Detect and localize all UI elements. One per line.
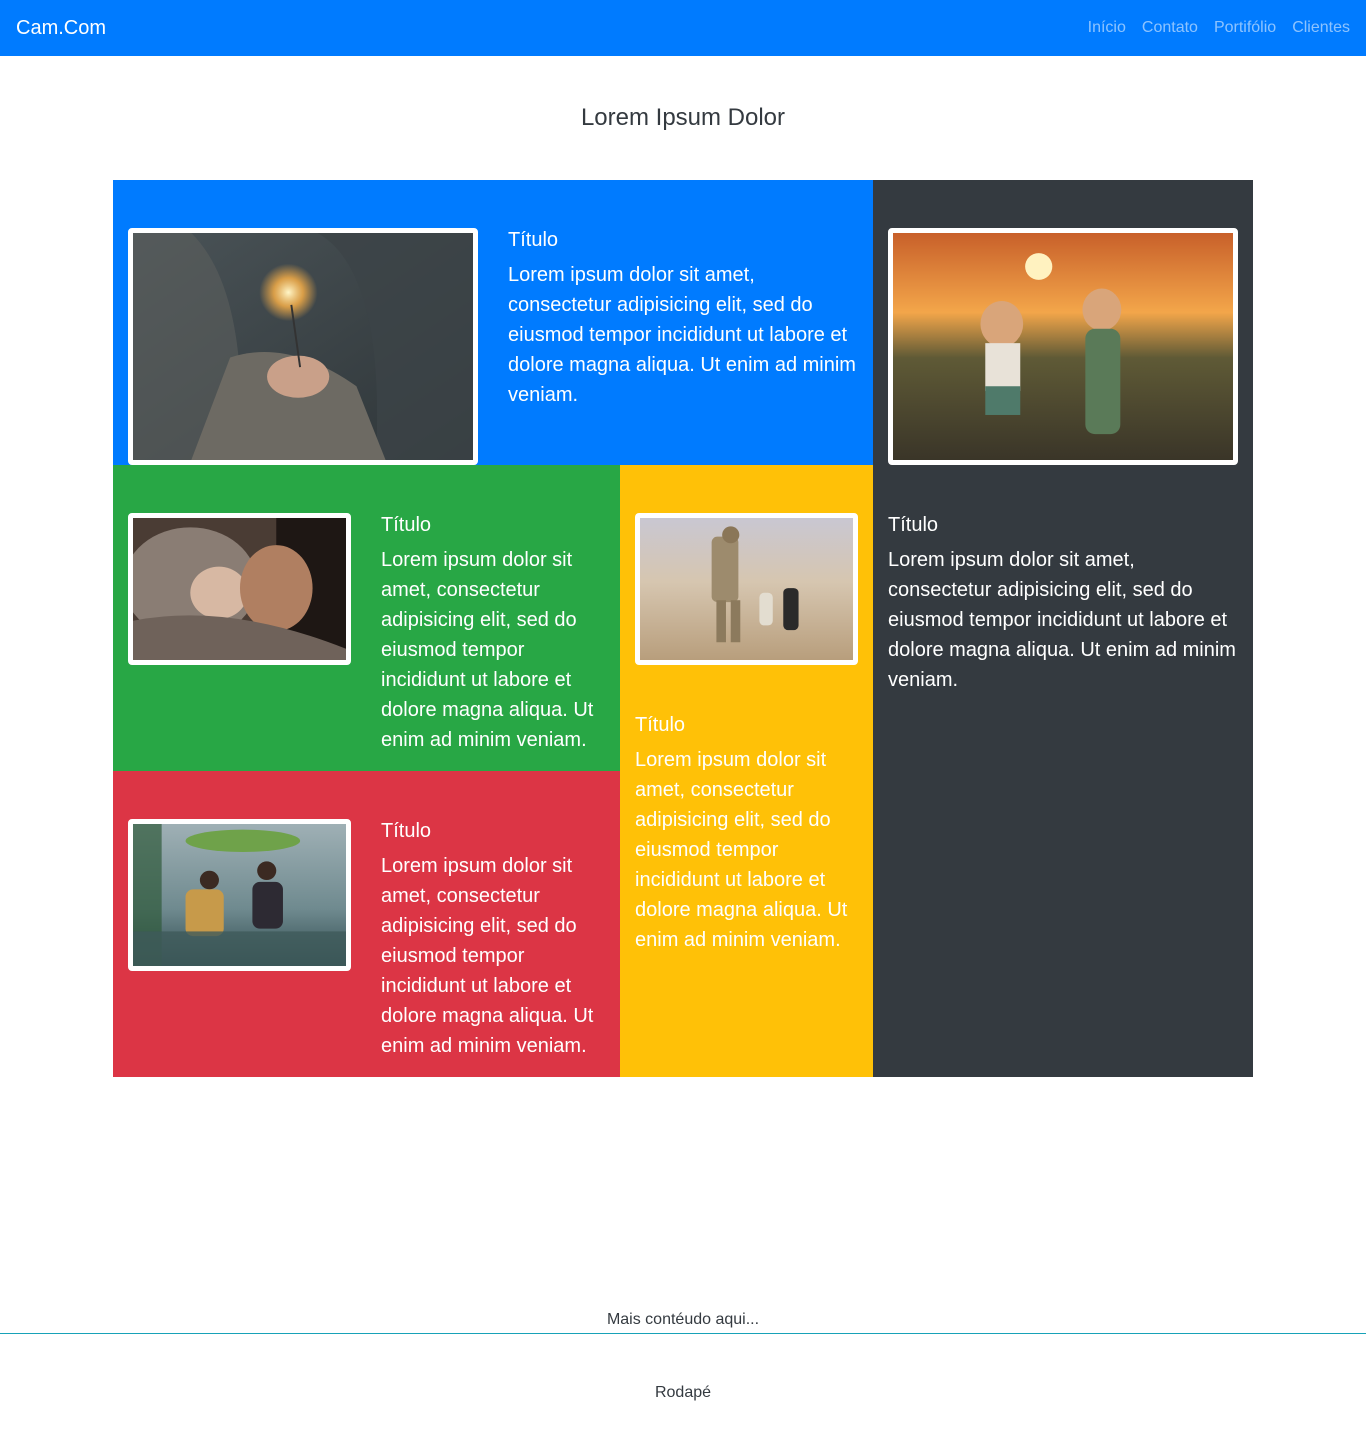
card-red: Título Lorem ipsum dolor sit amet, conse…: [113, 771, 620, 1077]
card-green: Título Lorem ipsum dolor sit amet, conse…: [113, 465, 620, 771]
soldier-with-children-desert-photo: [635, 513, 858, 665]
card-title: Título: [381, 514, 432, 536]
footer-divider: [0, 1333, 1366, 1334]
nav-link-portifolio[interactable]: Portifólio: [1214, 16, 1276, 40]
navbar: Cam.Com Início Contato Portifólio Client…: [0, 0, 1366, 56]
more-content-text: Mais contéudo aqui...: [606, 1311, 760, 1328]
card-text: Lorem ipsum dolor sit amet, consectetur …: [508, 264, 856, 406]
brand-logo-link[interactable]: Cam.Com: [16, 16, 106, 40]
nav-link-inicio[interactable]: Início: [1088, 16, 1126, 40]
card-text: Lorem ipsum dolor sit amet, consectetur …: [635, 749, 848, 951]
father-with-sleeping-baby-photo: [128, 513, 351, 665]
nav-link-clientes[interactable]: Clientes: [1292, 16, 1350, 40]
children-in-rain-with-leaf-umbrella-photo: [128, 819, 351, 971]
card-title: Título: [635, 714, 686, 736]
footer: Rodapé: [654, 1384, 712, 1401]
woman-holding-sparkler-photo: [128, 228, 478, 465]
card-title: Título: [888, 514, 939, 536]
card-title: Título: [508, 229, 559, 251]
card-text: Lorem ipsum dolor sit amet, consectetur …: [888, 549, 1236, 691]
two-children-holding-hands-sunset-photo: [888, 228, 1238, 465]
nav-links: Início Contato Portifólio Clientes: [1088, 16, 1350, 40]
card-text: Lorem ipsum dolor sit amet, consectetur …: [381, 549, 594, 751]
card-text: Lorem ipsum dolor sit amet, consectetur …: [381, 855, 594, 1057]
card-yellow: Título Lorem ipsum dolor sit amet, conse…: [620, 465, 873, 1077]
nav-link-contato[interactable]: Contato: [1142, 16, 1198, 40]
card-top-blue: Título Lorem ipsum dolor sit amet, conse…: [113, 180, 873, 465]
card-title: Título: [381, 820, 432, 842]
page-title: Lorem Ipsum Dolor: [580, 104, 786, 131]
card-right-dark: Título Lorem ipsum dolor sit amet, conse…: [873, 180, 1253, 1077]
